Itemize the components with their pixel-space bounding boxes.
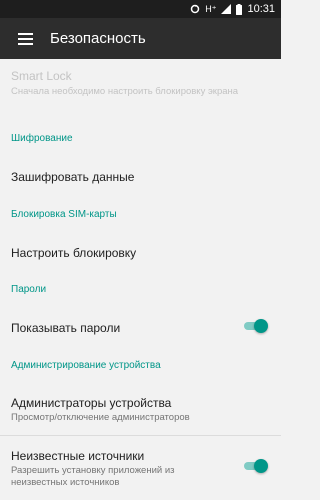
smart-lock-item[interactable]: Smart Lock Сначала необходимо настроить … [11,69,281,98]
status-bar: H⁺ 10:31 [0,0,281,18]
sync-icon [190,4,200,14]
smart-lock-title: Smart Lock [11,69,72,83]
battery-icon [236,3,243,15]
device-admin-header: Администрирование устройства [11,360,161,371]
unknown-sources-item[interactable]: Неизвестные источники Разрешить установк… [11,449,281,489]
hamburger-icon [17,30,33,48]
toggle-thumb [254,459,268,473]
unknown-sources-title: Неизвестные источники [11,449,145,463]
device-admins-summary: Просмотр/отключение администраторов [11,412,190,423]
smart-lock-summary: Сначала необходимо настроить блокировку … [11,86,239,97]
encrypt-data-item[interactable]: Зашифровать данные [11,170,281,184]
passwords-header: Пароли [11,284,47,295]
device-admins-item[interactable]: Администраторы устройства Просмотр/отклю… [11,396,281,424]
toggle-thumb [254,319,268,333]
network-type: H⁺ [205,3,217,14]
app-bar: Безопасность [0,18,281,59]
divider [0,435,281,436]
sim-lock-setup-item[interactable]: Настроить блокировку [11,246,281,260]
sim-lock-header: Блокировка SIM-карты [11,209,117,220]
encryption-header: Шифрование [11,133,73,144]
show-passwords-toggle[interactable] [242,319,268,333]
clock: 10:31 [247,3,275,15]
unknown-sources-summary: Разрешить установку приложений из неизве… [11,465,175,488]
unknown-sources-toggle[interactable] [242,459,268,473]
show-passwords-item[interactable]: Показывать пароли [11,321,281,335]
page-title: Безопасность [50,30,146,47]
menu-button[interactable] [0,18,50,59]
signal-icon [221,4,232,14]
device-admins-title: Администраторы устройства [11,396,172,410]
